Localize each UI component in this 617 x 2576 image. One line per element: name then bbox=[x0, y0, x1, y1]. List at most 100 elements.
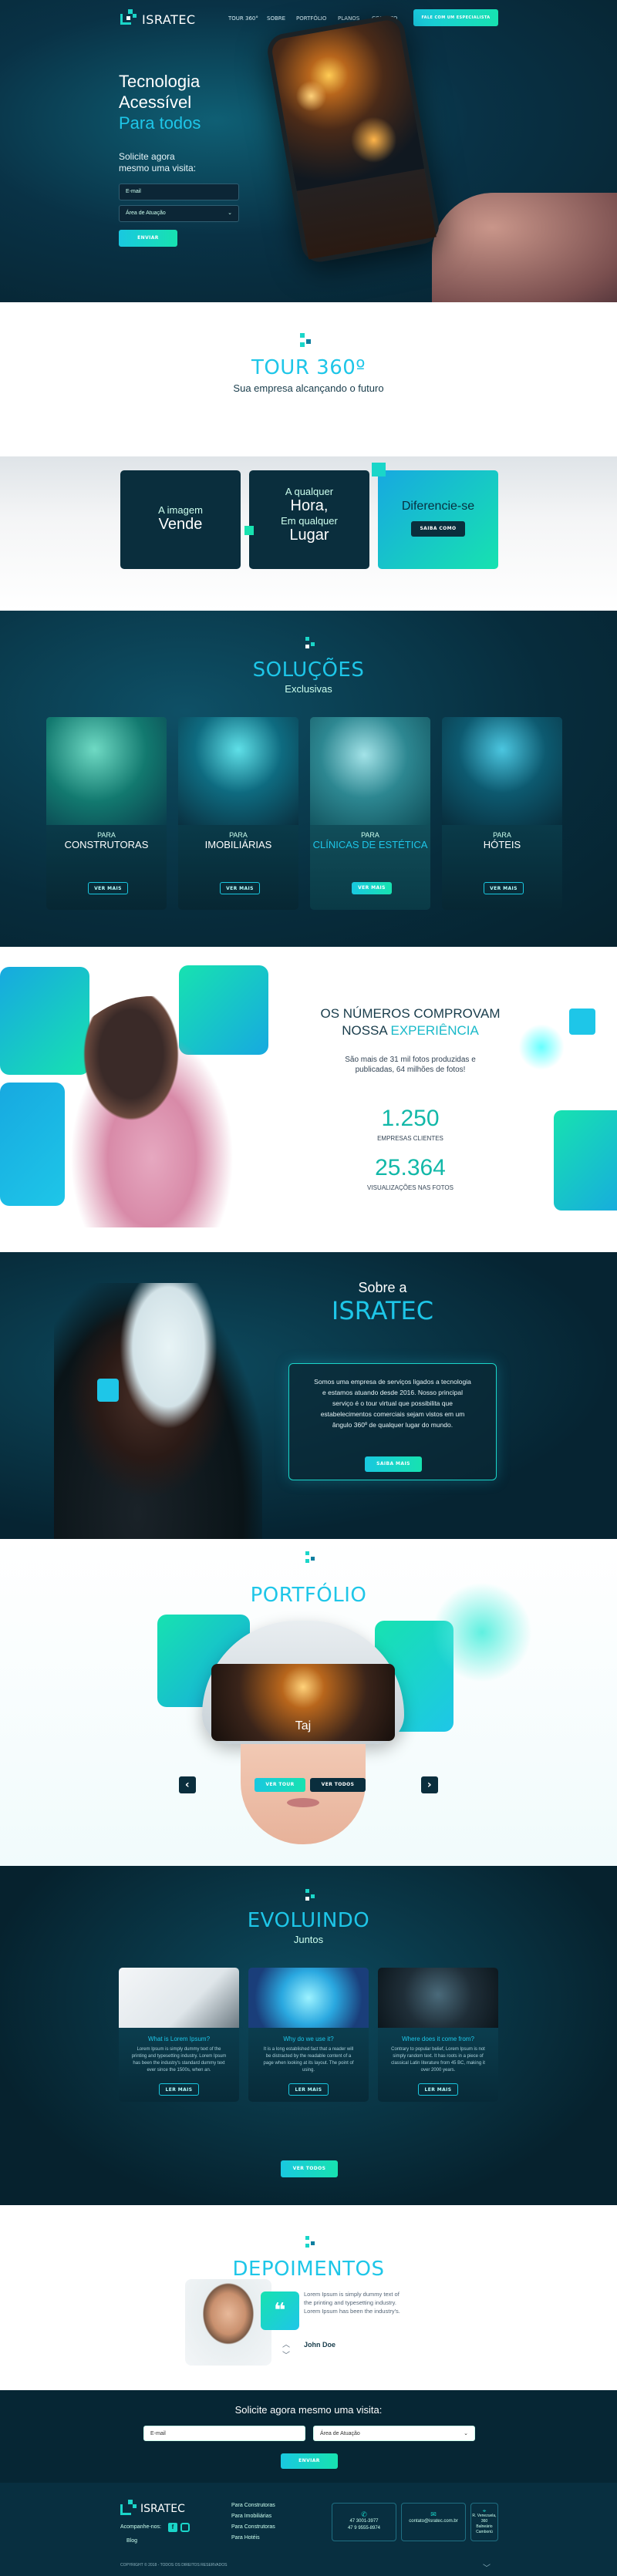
contact-address-visible: ⌖ R. Venezuela, 360 Balneário Camboriú bbox=[470, 2503, 498, 2541]
evoluindo-subtitle: Juntos bbox=[293, 1934, 324, 1945]
card-pre: PARA bbox=[493, 831, 511, 839]
blog-card-2: Why do we use it? It is a long establish… bbox=[248, 1968, 369, 2102]
feature-2-pre-2: Em qualquer bbox=[281, 515, 338, 527]
footer-link-2[interactable]: Para Imobiliárias bbox=[231, 2514, 271, 2519]
saiba-mais-button[interactable]: SAIBA MAIS bbox=[365, 1456, 422, 1472]
card-heading: Why do we use it? bbox=[283, 2036, 334, 2042]
blog-link[interactable]: Blog bbox=[126, 2538, 137, 2544]
feature-3-title: Diferencie-se bbox=[401, 500, 475, 513]
copyright: COPYRIGHT © 2018 - TODOS OS DIREITOS RES… bbox=[120, 2563, 228, 2568]
ler-mais-button[interactable]: LER MAIS bbox=[418, 2083, 458, 2096]
ver-todos-button[interactable]: VER TODOS bbox=[281, 2160, 338, 2177]
hand-illustration bbox=[432, 193, 617, 302]
solution-card-construtoras: PARA CONSTRUTORAS VER MAIS bbox=[46, 717, 167, 910]
phone-image bbox=[265, 12, 442, 265]
card-photo bbox=[442, 717, 562, 825]
visita-section: Solicite agora mesmo uma visita: E-mail … bbox=[0, 2390, 617, 2483]
card-text: It is a long established fact that a rea… bbox=[263, 2047, 354, 2073]
tour-section: TOUR 360º Sua empresa alcançando o futur… bbox=[0, 302, 617, 456]
footer-link-4[interactable]: Para Hotéis bbox=[231, 2535, 260, 2541]
footer-logo[interactable]: ISRATEC bbox=[120, 2500, 205, 2518]
decor-square bbox=[97, 1379, 119, 1402]
hero-ask: Solicite agora mesmo uma visita: bbox=[119, 151, 196, 174]
solution-card-imobiliarias: PARA IMOBILIÁRIAS VER MAIS bbox=[178, 717, 298, 910]
sobre-title: Sobre a ISRATEC bbox=[305, 1280, 460, 1325]
scroll-top-icon[interactable]: ﹀ bbox=[483, 2561, 491, 2573]
card-name: CONSTRUTORAS bbox=[64, 839, 149, 850]
pattern-icon bbox=[305, 637, 319, 651]
numeros-title-1: OS NÚMEROS COMPROVAM bbox=[320, 1006, 501, 1021]
ver-todos-button[interactable]: VER TODOS bbox=[310, 1778, 366, 1792]
hero-area-select[interactable]: Área de Atuação ⌄ bbox=[119, 205, 239, 222]
card-photo bbox=[310, 717, 430, 825]
blog-card-1: What is Lorem Ipsum? Lorem Ipsum is simp… bbox=[119, 1968, 239, 2102]
hero-ask-line-1: Solicite agora bbox=[119, 151, 175, 162]
carousel-next-button[interactable]: › bbox=[421, 1776, 438, 1793]
features-section: A imagem Vende A qualquer Hora, Em qualq… bbox=[0, 456, 617, 611]
ver-mais-button[interactable]: VER MAIS bbox=[220, 882, 260, 894]
quote-icon: ❝ bbox=[261, 2291, 299, 2330]
email-value[interactable]: contato@isratec.com.br bbox=[402, 2518, 465, 2525]
visita-email-input[interactable]: E-mail bbox=[143, 2426, 305, 2441]
sobre-title-2: ISRATEC bbox=[331, 1296, 434, 1325]
stat-clients-value: 1.250 bbox=[381, 1106, 440, 1131]
phone-value: 47 3001-3977 47 9 9555-8974 bbox=[347, 2519, 381, 2531]
follow-label: Acompanhe-nos: bbox=[120, 2524, 161, 2530]
card-photo bbox=[119, 1968, 239, 2028]
ver-mais-button[interactable]: VER MAIS bbox=[352, 882, 392, 894]
visita-area-select[interactable]: Área de Atuação ⌄ bbox=[313, 2426, 475, 2441]
stat-clients-label: EMPRESAS CLIENTES bbox=[377, 1135, 443, 1142]
scroll-down-icon[interactable]: ﹀ bbox=[282, 2349, 290, 2360]
blog-card-3: Where does it come from? Contrary to pop… bbox=[378, 1968, 498, 2102]
nav-link-portfolio[interactable]: PORTFÓLIO bbox=[296, 15, 326, 22]
card-name: HÓTEIS bbox=[483, 839, 521, 850]
card-label: PARA CONSTRUTORAS bbox=[46, 831, 167, 850]
card-photo bbox=[248, 1968, 369, 2028]
footer-link-1[interactable]: Para Construtoras bbox=[231, 2503, 275, 2508]
footer-link-3[interactable]: Para Construtoras bbox=[231, 2524, 275, 2530]
pattern-icon bbox=[305, 1889, 319, 1903]
nav-link-sobre[interactable]: SOBRE bbox=[267, 15, 285, 22]
ler-mais-button[interactable]: LER MAIS bbox=[288, 2083, 329, 2096]
specialist-button[interactable]: FALE COM UM ESPECIALISTA bbox=[413, 9, 498, 26]
feature-card-vende: A imagem Vende bbox=[120, 470, 241, 569]
numeros-desc: São mais de 31 mil fotos produzidas e pu… bbox=[345, 1056, 476, 1074]
numeros-title-2a: NOSSA bbox=[342, 1023, 391, 1038]
ver-tour-button[interactable]: VER TOUR bbox=[255, 1778, 305, 1792]
hero-send-button[interactable]: ENVIAR bbox=[119, 230, 177, 247]
logo[interactable]: ISRATEC bbox=[120, 8, 213, 28]
card-photo bbox=[378, 1968, 498, 2028]
scroll-up-icon[interactable]: ︿ bbox=[282, 2338, 290, 2349]
carousel-prev-button[interactable]: ‹ bbox=[179, 1776, 196, 1793]
testimonial-photo bbox=[185, 2279, 271, 2366]
numeros-section: OS NÚMEROS COMPROVAM NOSSA EXPERIÊNCIA S… bbox=[0, 947, 617, 1252]
vr-woman-image bbox=[48, 996, 256, 1227]
vr-man-image bbox=[54, 1283, 262, 1539]
ver-mais-button[interactable]: VER MAIS bbox=[484, 882, 524, 894]
testimonial-text: Lorem Ipsum is simply dummy text of the … bbox=[304, 2291, 400, 2315]
numeros-title: OS NÚMEROS COMPROVAM NOSSA EXPERIÊNCIA bbox=[295, 1005, 526, 1039]
numeros-title-2: NOSSA EXPERIÊNCIA bbox=[295, 1022, 526, 1039]
instagram-icon[interactable] bbox=[180, 2523, 190, 2532]
hero-email-input[interactable]: E-mail bbox=[119, 184, 239, 200]
nav-link-tour[interactable]: TOUR 360° bbox=[228, 15, 258, 22]
visita-send-button[interactable]: ENVIAR bbox=[281, 2453, 338, 2469]
brand-name: ISRATEC bbox=[142, 12, 196, 27]
facebook-icon[interactable]: f bbox=[168, 2523, 177, 2532]
card-heading: What is Lorem Ipsum? bbox=[147, 2036, 211, 2042]
solucoes-subtitle: Exclusivas bbox=[285, 683, 332, 695]
hero-area-value: Área de Atuação bbox=[126, 210, 166, 216]
card-label: PARA HÓTEIS bbox=[442, 831, 562, 850]
logo-icon bbox=[120, 2500, 137, 2517]
portfolio-place: Taj bbox=[295, 1719, 312, 1732]
hero-ask-line-2: mesmo uma visita: bbox=[119, 163, 197, 173]
feature-card-hora: A qualquer Hora, Em qualquer Lugar bbox=[244, 470, 369, 569]
numeros-title-2b: EXPERIÊNCIA bbox=[390, 1023, 479, 1038]
sobre-box: Somos uma empresa de serviços ligados a … bbox=[288, 1363, 497, 1480]
visita-area-value: Área de Atuação bbox=[320, 2431, 360, 2436]
ler-mais-button[interactable]: LER MAIS bbox=[159, 2083, 199, 2096]
evoluindo-section: EVOLUINDO Juntos What is Lorem Ipsum? Lo… bbox=[0, 1866, 617, 2205]
stat-views-label: VISUALIZAÇÕES NAS FOTOS bbox=[367, 1184, 453, 1191]
saiba-como-button[interactable]: SAIBA COMO bbox=[411, 521, 465, 537]
ver-mais-button[interactable]: VER MAIS bbox=[88, 882, 128, 894]
